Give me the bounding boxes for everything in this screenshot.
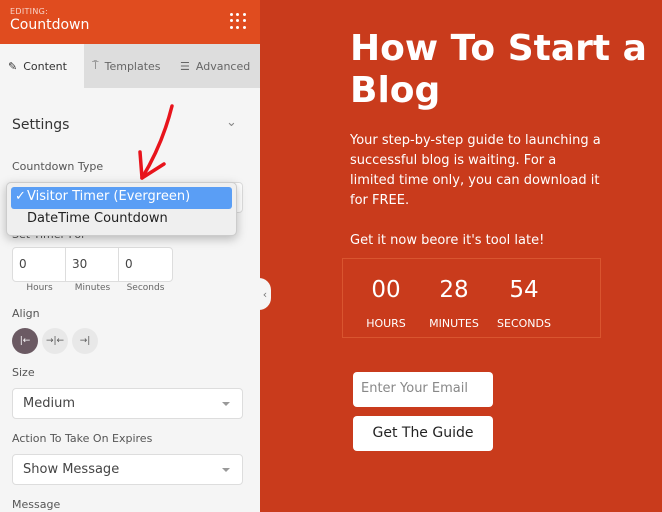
- seconds-input[interactable]: 0: [119, 248, 172, 281]
- email-input[interactable]: Enter Your Email: [353, 372, 493, 407]
- option-label: DateTime Countdown: [27, 211, 168, 226]
- tab-label: Templates: [104, 59, 161, 73]
- countdown-seconds-label: SECONDS: [497, 317, 551, 330]
- tab-templates[interactable]: ⍑ Templates: [84, 44, 172, 88]
- settings-heading[interactable]: Settings: [12, 117, 69, 133]
- editor-sidebar: EDITING: Countdown ✎ Content ⍑ Templates ☰…: [0, 0, 260, 512]
- align-left-button[interactable]: |←: [12, 328, 38, 354]
- option-visitor-timer[interactable]: ✓ Visitor Timer (Evergreen): [11, 187, 232, 209]
- action-select[interactable]: Show Message: [12, 454, 243, 485]
- timer-inputs: 0 30 0: [12, 247, 173, 282]
- sliders-icon: ☰: [180, 59, 190, 73]
- paint-roller-icon: ⍑: [92, 59, 99, 72]
- align-label: Align: [12, 307, 40, 320]
- countdown-type-label: Countdown Type: [12, 160, 104, 173]
- size-label: Size: [12, 366, 35, 379]
- caret-down-icon: [222, 402, 230, 406]
- tab-content[interactable]: ✎ Content: [0, 44, 84, 88]
- preview-description: Your step-by-step guide to launching a s…: [350, 133, 601, 208]
- annotation-arrow-icon: [138, 104, 174, 180]
- tab-label: Content: [23, 59, 67, 73]
- editing-label: EDITING:: [10, 7, 49, 16]
- preview-title: How To Start a Blog: [350, 28, 647, 111]
- message-label: Message: [12, 498, 61, 511]
- pencil-icon: ✎: [8, 59, 18, 73]
- size-value: Medium: [23, 396, 75, 411]
- action-value: Show Message: [23, 462, 120, 477]
- grid-menu-icon[interactable]: [230, 13, 246, 29]
- option-datetime-countdown[interactable]: DateTime Countdown: [11, 209, 232, 231]
- seconds-caption: Seconds: [126, 283, 165, 293]
- tab-label: Advanced: [195, 59, 251, 73]
- size-select[interactable]: Medium: [12, 388, 243, 419]
- align-center-button[interactable]: →|←: [42, 328, 68, 354]
- tab-advanced[interactable]: ☰ Advanced: [172, 44, 260, 88]
- countdown-timer: 00 28 54 HOURS MINUTES SECONDS: [342, 258, 601, 338]
- option-label: Visitor Timer (Evergreen): [27, 189, 191, 204]
- minutes-input[interactable]: 30: [66, 248, 119, 281]
- action-label: Action To Take On Expires: [12, 432, 153, 445]
- hours-caption: Hours: [26, 283, 53, 293]
- chevron-down-icon[interactable]: ⌄: [226, 115, 237, 130]
- sidebar-header: EDITING: Countdown: [0, 0, 260, 44]
- hours-input[interactable]: 0: [13, 248, 66, 281]
- checkmark-icon: ✓: [15, 189, 26, 204]
- preview-cta-text: Get it now beore it's tool late!: [350, 233, 545, 248]
- countdown-type-dropdown: ✓ Visitor Timer (Evergreen) DateTime Coun…: [6, 182, 237, 236]
- preview-canvas: How To Start a Blog Your step-by-step gu…: [260, 0, 662, 512]
- countdown-minutes-label: MINUTES: [429, 317, 479, 330]
- get-guide-button[interactable]: Get The Guide: [353, 416, 493, 451]
- countdown-seconds: 54: [509, 277, 539, 303]
- align-right-button[interactable]: →|: [72, 328, 98, 354]
- countdown-minutes: 28: [439, 277, 469, 303]
- block-title: Countdown: [10, 17, 90, 33]
- countdown-hours: 00: [371, 277, 401, 303]
- minutes-caption: Minutes: [74, 283, 111, 293]
- caret-down-icon: [222, 468, 230, 472]
